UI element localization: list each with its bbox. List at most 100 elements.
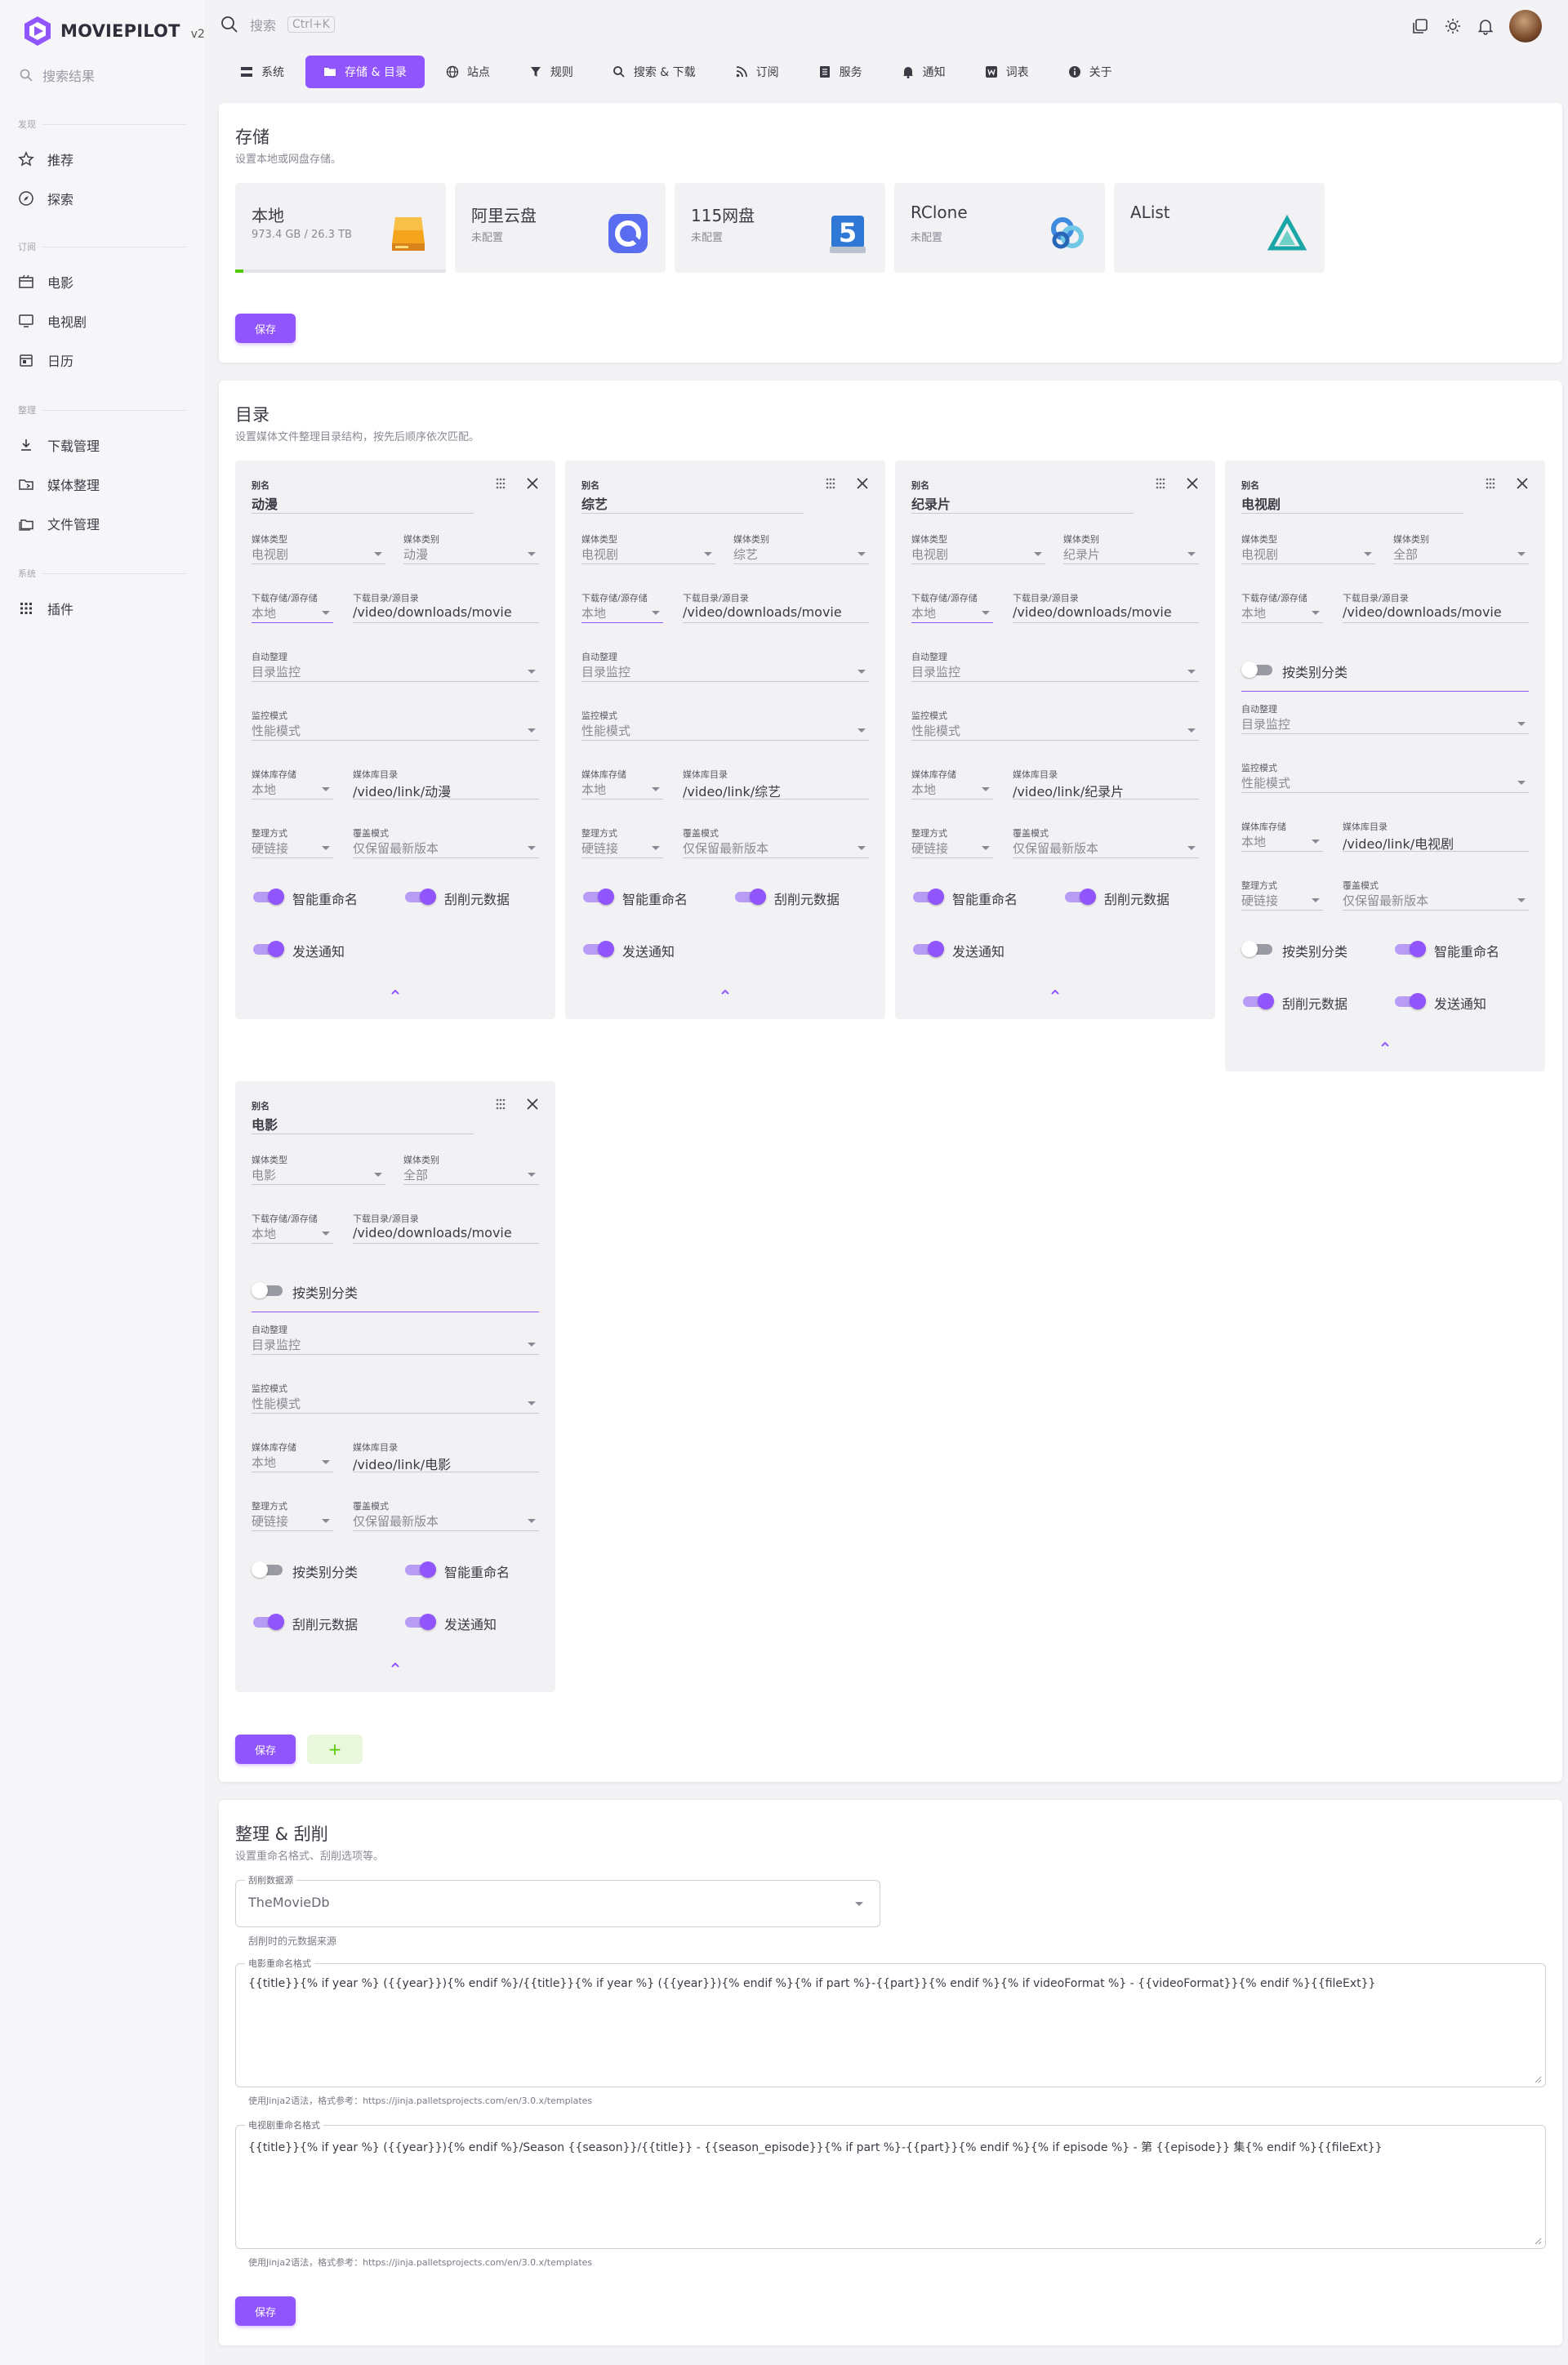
storage-save-button[interactable]: 保存 [235,314,296,343]
notify-switch[interactable] [581,941,614,957]
app-logo[interactable]: MOVIEPILOT v2 [21,15,205,47]
monitor-mode-select[interactable] [252,1382,539,1414]
sidebar-item-plugins[interactable]: 插件 [18,596,189,621]
tab-wordlist[interactable]: 词表 [967,56,1047,88]
library-path-input[interactable] [1343,820,1529,853]
download-storage-select[interactable] [911,591,993,624]
by-category-switch[interactable] [252,1282,284,1298]
library-path-input[interactable] [353,1441,539,1473]
tab-sites[interactable]: 站点 [428,56,508,88]
download-storage-select[interactable] [1241,591,1323,624]
overwrite-mode-select[interactable] [1343,879,1529,911]
overwrite-mode-select[interactable] [353,1499,539,1532]
sidebar-item-downloads[interactable]: 下载管理 [18,433,189,457]
overwrite-mode-select[interactable] [683,826,869,859]
notify-switch[interactable] [252,941,284,957]
sidebar-search[interactable]: 搜索结果 [20,65,95,85]
library-path-input[interactable] [1013,768,1199,800]
download-storage-select[interactable] [252,1212,333,1245]
auto-organize-select[interactable] [911,650,1199,683]
close-icon[interactable] [1186,477,1199,490]
sidebar-item-media-organize[interactable]: 媒体整理 [18,472,189,497]
media-category-select[interactable] [403,532,539,565]
media-type-select[interactable] [581,532,715,565]
auto-organize-select[interactable] [581,650,869,683]
tab-system[interactable]: 系统 [222,56,302,88]
close-icon[interactable] [526,477,539,490]
monitor-mode-select[interactable] [911,709,1199,742]
resize-handle-icon[interactable] [1534,2237,1542,2245]
transfer-type-select[interactable] [581,826,663,859]
scrape-switch[interactable] [733,889,766,905]
theme-sun-icon[interactable] [1444,17,1462,35]
smart-rename-switch[interactable] [911,889,944,905]
alias-input[interactable] [911,477,1134,514]
movie-format-textarea[interactable]: {{title}}{% if year %} ({{year}}){% endi… [235,1963,1546,2087]
avatar[interactable] [1509,10,1542,42]
by-category-2-switch[interactable] [1241,941,1274,957]
download-storage-select[interactable] [581,591,663,624]
download-path-input[interactable] [1343,591,1529,624]
add-directory-button[interactable]: + [307,1735,363,1764]
smart-rename-switch[interactable] [1393,941,1426,957]
bell-icon[interactable] [1477,17,1494,35]
transfer-type-select[interactable] [911,826,993,859]
tab-about[interactable]: 关于 [1050,56,1130,88]
alias-input[interactable] [252,1098,474,1135]
library-storage-select[interactable] [252,1441,333,1473]
storage-item-rclone[interactable]: RClone 未配置 [894,183,1105,273]
auto-organize-select[interactable] [1241,702,1529,735]
media-category-select[interactable] [1063,532,1199,565]
media-type-select[interactable] [252,532,385,565]
storage-item-aliyun[interactable]: 阿里云盘 未配置 [455,183,666,273]
monitor-mode-select[interactable] [581,709,869,742]
auto-organize-select[interactable] [252,650,539,683]
sidebar-item-movie[interactable]: 电影 [18,269,189,294]
chevron-up-icon[interactable] [1049,987,1061,998]
download-path-input[interactable] [1013,591,1199,624]
scrape-save-button[interactable]: 保存 [235,2296,296,2326]
transfer-type-select[interactable] [252,1499,333,1532]
directory-save-button[interactable]: 保存 [235,1735,296,1764]
library-storage-select[interactable] [252,768,333,800]
sidebar-item-tv[interactable]: 电视剧 [18,309,189,333]
drag-handle-icon[interactable] [825,477,836,490]
sidebar-item-recommend[interactable]: 推荐 [18,147,189,171]
sidebar-item-calendar[interactable]: 日历 [18,348,189,372]
download-path-input[interactable] [353,1212,539,1245]
tab-notifications[interactable]: 通知 [884,56,964,88]
transfer-type-select[interactable] [1241,879,1323,911]
scrape-switch[interactable] [252,1614,284,1630]
monitor-mode-select[interactable] [1241,761,1529,794]
smart-rename-switch[interactable] [252,889,284,905]
close-icon[interactable] [856,477,869,490]
download-storage-select[interactable] [252,591,333,624]
by-category-switch[interactable] [1241,661,1274,678]
chevron-up-icon[interactable] [1379,1039,1391,1050]
transfer-type-select[interactable] [252,826,333,859]
media-category-select[interactable] [1393,532,1529,565]
library-storage-select[interactable] [1241,820,1323,853]
notify-switch[interactable] [403,1614,436,1630]
close-icon[interactable] [1516,477,1529,490]
chevron-up-icon[interactable] [719,987,731,998]
library-storage-select[interactable] [581,768,663,800]
library-path-input[interactable] [683,768,869,800]
media-category-select[interactable] [403,1153,539,1186]
auto-organize-select[interactable] [252,1323,539,1356]
media-type-select[interactable] [911,532,1045,565]
drag-handle-icon[interactable] [495,1098,506,1111]
sidebar-item-file-manager[interactable]: 文件管理 [18,511,189,536]
global-search[interactable]: 搜索 Ctrl+K [220,15,335,34]
alias-input[interactable] [1241,477,1463,514]
monitor-mode-select[interactable] [252,709,539,742]
download-path-input[interactable] [353,591,539,624]
media-type-select[interactable] [252,1153,385,1186]
notify-switch[interactable] [911,941,944,957]
scrape-switch[interactable] [403,889,436,905]
chevron-up-icon[interactable] [390,987,401,998]
scrape-switch[interactable] [1063,889,1096,905]
drag-handle-icon[interactable] [495,477,506,490]
tab-services[interactable]: 服务 [800,56,880,88]
scrape-switch[interactable] [1241,993,1274,1009]
